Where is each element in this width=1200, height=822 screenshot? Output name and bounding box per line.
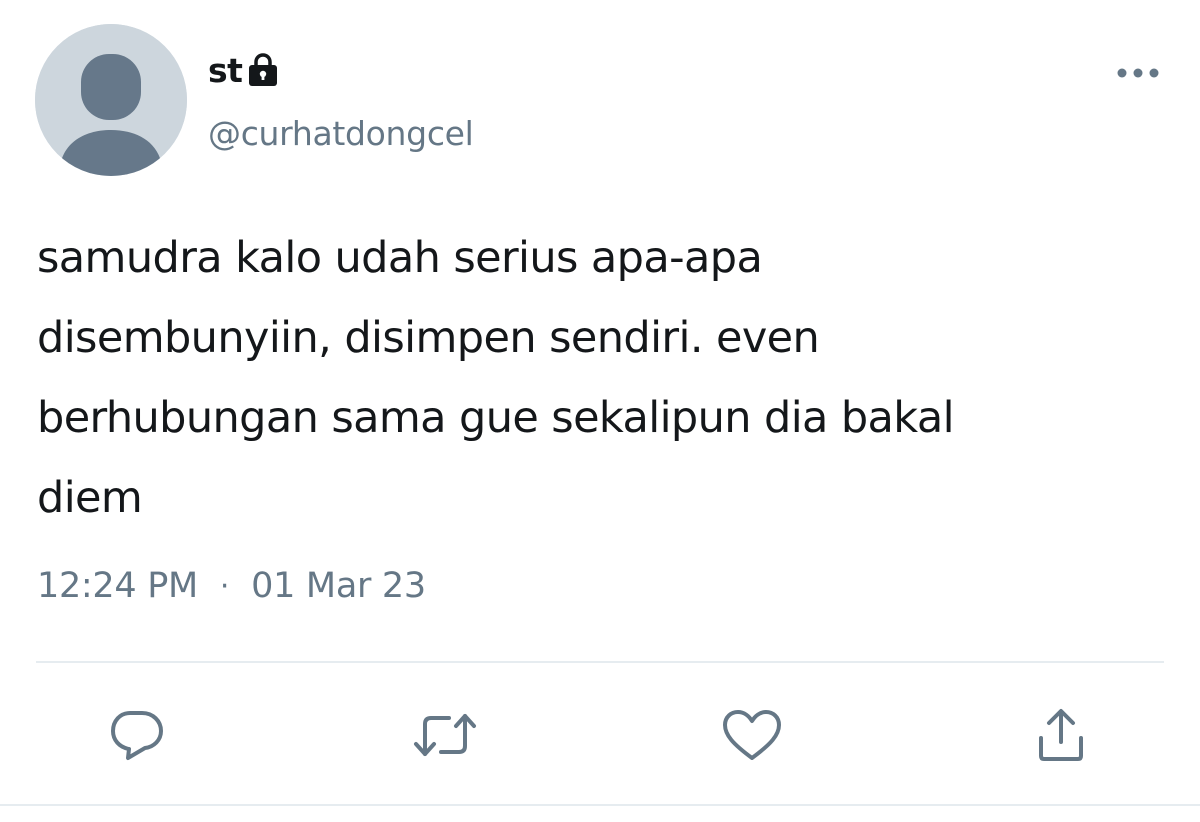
share-icon <box>1039 709 1083 761</box>
tweet-time[interactable]: 12:24 PM <box>37 566 198 606</box>
action-bar <box>0 700 1200 770</box>
tweet-metadata: 12:24 PM · 01 Mar 23 <box>37 566 426 606</box>
heart-icon <box>723 710 781 760</box>
retweet-button[interactable] <box>410 700 480 770</box>
author-name-row: st <box>208 48 280 92</box>
default-avatar-icon <box>35 24 187 176</box>
like-button[interactable] <box>717 700 787 770</box>
tweet-card: st @curhatdongcel samudra kalo udah seri… <box>0 0 1200 822</box>
divider <box>36 661 1164 663</box>
share-button[interactable] <box>1026 700 1096 770</box>
more-options-button[interactable] <box>1112 58 1164 88</box>
display-name[interactable]: st <box>208 51 243 90</box>
more-icon <box>1117 68 1159 78</box>
tweet-text: samudra kalo udah serius apa-apa disembu… <box>37 233 955 523</box>
reply-icon <box>111 711 163 760</box>
retweet-icon <box>414 714 476 756</box>
avatar[interactable] <box>35 24 187 176</box>
lock-icon <box>246 52 280 88</box>
meta-separator: · <box>219 568 230 604</box>
bottom-divider <box>0 804 1200 806</box>
tweet-date[interactable]: 01 Mar 23 <box>251 566 426 606</box>
reply-button[interactable] <box>102 700 172 770</box>
author-handle[interactable]: @curhatdongcel <box>208 114 474 153</box>
